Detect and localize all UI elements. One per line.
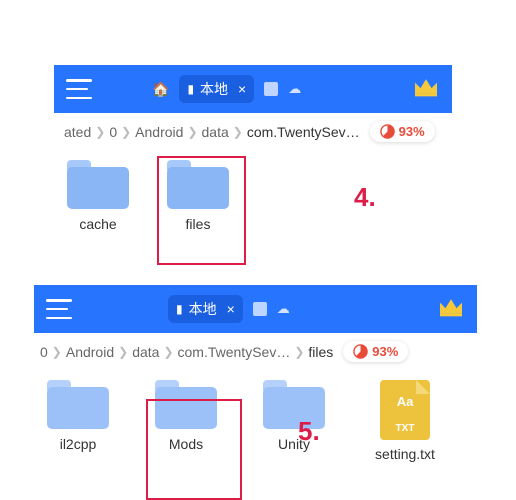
txt-ext: TXT [380, 423, 430, 434]
bc-item[interactable]: 0 [40, 344, 48, 360]
chevron-right-icon: ❯ [95, 125, 105, 139]
file-label: cache [79, 216, 116, 232]
cloud-icon[interactable]: ☁ [288, 81, 301, 97]
chevron-right-icon: ❯ [118, 345, 128, 359]
bc-item[interactable]: Android [135, 124, 183, 140]
file-label: setting.txt [375, 446, 435, 462]
breadcrumb: 0 ❯ Android ❯ data ❯ com.TwentySev… ❯ fi… [34, 333, 477, 370]
file-grid: il2cpp Mods Unity Aa TXT setting.txt [34, 370, 477, 468]
tab-local[interactable]: ▮ 本地 × [168, 295, 243, 323]
storage-badge[interactable]: 93% [343, 341, 408, 362]
folder-cache[interactable]: cache [62, 160, 134, 232]
screenshot-1: 🏠 ▮ 本地 × ☁ ated ❯ 0 ❯ Android ❯ data ❯ c… [54, 65, 452, 238]
bc-item[interactable]: com.TwentySev… [178, 344, 291, 360]
storage-pct: 93% [372, 344, 398, 359]
chevron-right-icon: ❯ [294, 345, 304, 359]
file-label: il2cpp [60, 436, 97, 452]
crown-icon[interactable] [437, 296, 465, 323]
txt-aa: Aa [380, 394, 430, 409]
folder-files[interactable]: files [162, 160, 234, 232]
tab-close-icon[interactable]: × [238, 81, 246, 97]
file-label: files [186, 216, 211, 232]
bc-item[interactable]: data [132, 344, 159, 360]
toolbar: ▮ 本地 × ☁ [34, 285, 477, 333]
folder-icon [167, 160, 229, 210]
home-icon[interactable]: 🏠 [152, 81, 169, 98]
bc-item[interactable]: data [202, 124, 229, 140]
folder-mods[interactable]: Mods [150, 380, 222, 462]
toolbar-square-icon[interactable] [253, 302, 267, 316]
folder-mini-icon: ▮ [176, 302, 183, 316]
txt-file-icon: Aa TXT [380, 380, 430, 440]
file-grid: cache files [54, 150, 452, 238]
breadcrumb: ated ❯ 0 ❯ Android ❯ data ❯ com.TwentySe… [54, 113, 452, 150]
tab-local[interactable]: ▮ 本地 × [179, 75, 254, 103]
storage-pct: 93% [399, 124, 425, 139]
menu-icon[interactable] [66, 79, 92, 99]
screenshot-2: ▮ 本地 × ☁ 0 ❯ Android ❯ data ❯ com.Twenty… [34, 285, 477, 468]
bc-item-current[interactable]: com.TwentySev… [247, 124, 360, 140]
file-label: Mods [169, 436, 203, 452]
bc-item-current[interactable]: files [308, 344, 333, 360]
folder-icon [67, 160, 129, 210]
folder-il2cpp[interactable]: il2cpp [42, 380, 114, 462]
crown-icon[interactable] [412, 76, 440, 103]
tab-label: 本地 [189, 299, 217, 319]
chevron-right-icon: ❯ [163, 345, 173, 359]
bc-item[interactable]: Android [66, 344, 114, 360]
tab-label: 本地 [200, 79, 228, 99]
bc-item[interactable]: 0 [109, 124, 117, 140]
menu-icon[interactable] [46, 299, 72, 319]
annotation-step4: 4. [354, 182, 376, 213]
storage-badge[interactable]: 93% [370, 121, 435, 142]
toolbar-square-icon[interactable] [264, 82, 278, 96]
folder-mini-icon: ▮ [187, 82, 194, 96]
chevron-right-icon: ❯ [52, 345, 62, 359]
chevron-right-icon: ❯ [233, 125, 243, 139]
chevron-right-icon: ❯ [187, 125, 197, 139]
toolbar: 🏠 ▮ 本地 × ☁ [54, 65, 452, 113]
folder-icon [155, 380, 217, 430]
chevron-right-icon: ❯ [121, 125, 131, 139]
folder-icon [47, 380, 109, 430]
file-setting-txt[interactable]: Aa TXT setting.txt [366, 380, 444, 462]
tab-close-icon[interactable]: × [227, 301, 235, 317]
cloud-icon[interactable]: ☁ [277, 301, 290, 317]
bc-item[interactable]: ated [64, 124, 91, 140]
annotation-step5: 5. [298, 416, 320, 447]
